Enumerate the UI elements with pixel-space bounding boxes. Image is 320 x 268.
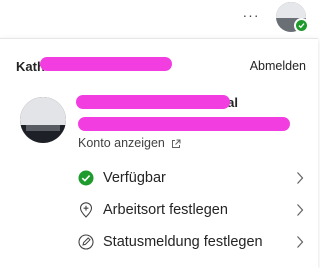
menu-item-set-status-message[interactable]: Statusmeldung festlegen — [0, 227, 318, 257]
account-panel: Kath Abmelden nal Konto anzeigen Verfügb… — [0, 38, 318, 268]
redaction-bar — [76, 95, 230, 109]
external-link-icon — [171, 138, 181, 148]
menu-item-available[interactable]: Verfügbar — [0, 163, 318, 193]
redaction-bar — [78, 117, 290, 131]
more-options-button[interactable]: ··· — [240, 6, 262, 24]
chevron-right-icon — [296, 171, 304, 185]
menu-item-label: Verfügbar — [103, 170, 166, 186]
view-account-label: Konto anzeigen — [78, 136, 165, 150]
profile-avatar — [20, 97, 66, 143]
menu-item-label: Statusmeldung festlegen — [103, 234, 263, 250]
edit-pen-icon — [78, 234, 94, 250]
view-account-link[interactable]: Konto anzeigen — [78, 135, 181, 151]
menu-item-set-work-location[interactable]: Arbeitsort festlegen — [0, 195, 318, 225]
top-bar: ··· — [0, 0, 318, 38]
avatar-photo — [276, 2, 306, 18]
presence-badge-icon — [294, 18, 309, 33]
available-check-icon — [78, 170, 94, 186]
location-plus-icon — [78, 202, 94, 218]
chevron-right-icon — [296, 203, 304, 217]
chevron-right-icon — [296, 235, 304, 249]
avatar-photo-top — [20, 97, 66, 125]
avatar-photo-band — [26, 125, 60, 131]
signout-button[interactable]: Abmelden — [236, 59, 306, 75]
redaction-bar — [40, 57, 172, 71]
menu-item-label: Arbeitsort festlegen — [103, 202, 228, 218]
